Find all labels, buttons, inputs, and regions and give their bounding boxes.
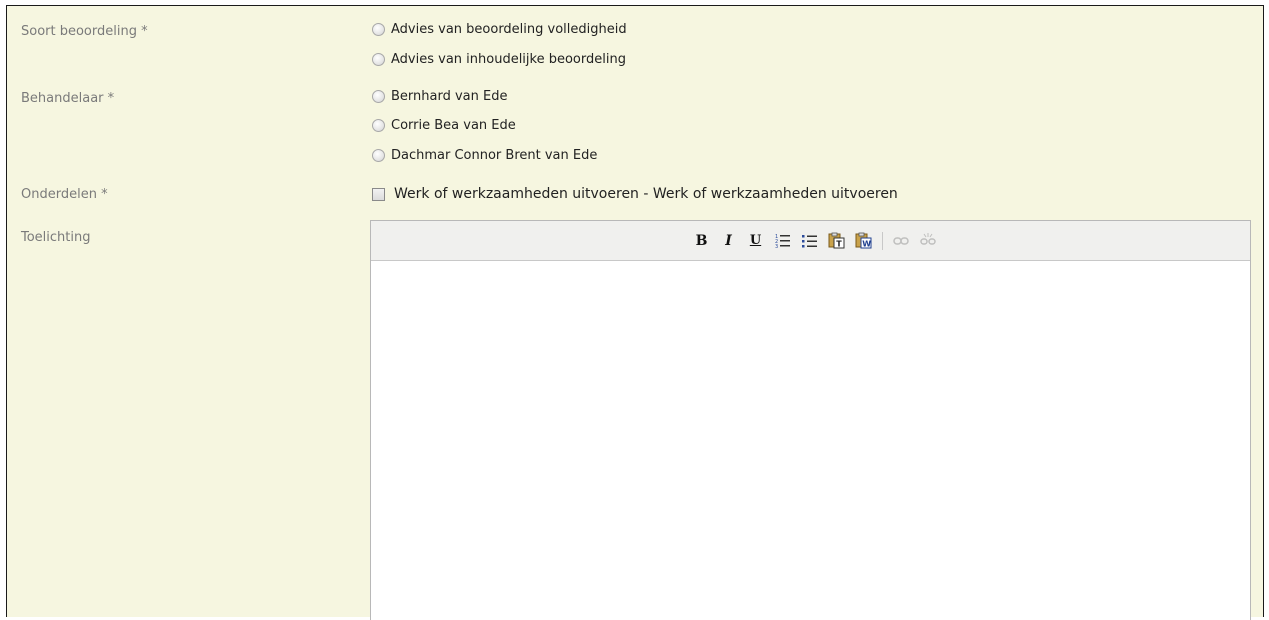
radio-button[interactable] [372,53,385,66]
toelichting-label: Toelichting [21,230,91,245]
italic-button[interactable]: I [720,232,738,250]
behandelaar-label: Behandelaar * [21,91,115,106]
link-icon[interactable] [892,232,910,250]
radio-option-corrie[interactable]: Corrie Bea van Ede [372,118,516,133]
paste-text-icon[interactable]: T [828,232,846,250]
radio-option-label: Corrie Bea van Ede [391,118,516,133]
radio-option-bernhard[interactable]: Bernhard van Ede [372,89,507,104]
radio-option-dachmar[interactable]: Dachmar Connor Brent van Ede [372,148,597,163]
radio-option-label: Advies van inhoudelijke beoordeling [391,52,626,67]
checkbox-label: Werk of werkzaamheden uitvoeren - Werk o… [394,186,898,202]
bullet-list-icon[interactable] [801,232,819,250]
editor-toolbar: B I U 1 2 3 T W [371,221,1250,261]
unlink-icon[interactable] [919,232,937,250]
radio-option-label: Advies van beoordeling volledigheid [391,22,627,37]
rich-text-editor: B I U 1 2 3 T W [370,220,1251,620]
paste-word-icon[interactable]: W [855,232,873,250]
radio-option-volledigheid[interactable]: Advies van beoordeling volledigheid [372,22,627,37]
svg-text:W: W [862,240,871,249]
assessment-form: Soort beoordeling * Advies van beoordeli… [6,5,1264,620]
radio-button[interactable] [372,119,385,132]
radio-button[interactable] [372,149,385,162]
svg-text:T: T [836,240,842,249]
radio-option-label: Bernhard van Ede [391,89,508,104]
soort-beoordeling-label: Soort beoordeling * [21,24,148,39]
onderdelen-label: Onderdelen * [21,187,108,202]
onderdelen-checkbox[interactable] [372,187,385,201]
toelichting-textarea[interactable] [371,261,1250,619]
onderdelen-checkbox-row[interactable]: Werk of werkzaamheden uitvoeren - Werk o… [372,186,898,202]
ordered-list-icon[interactable]: 1 2 3 [774,232,792,250]
radio-button[interactable] [372,90,385,103]
toolbar-separator [881,231,883,250]
radio-button[interactable] [372,23,385,36]
radio-option-label: Dachmar Connor Brent van Ede [391,148,598,163]
underline-button[interactable]: U [747,232,765,250]
bold-button[interactable]: B [693,232,711,250]
svg-text:3: 3 [775,244,778,249]
radio-option-inhoudelijk[interactable]: Advies van inhoudelijke beoordeling [372,52,626,67]
